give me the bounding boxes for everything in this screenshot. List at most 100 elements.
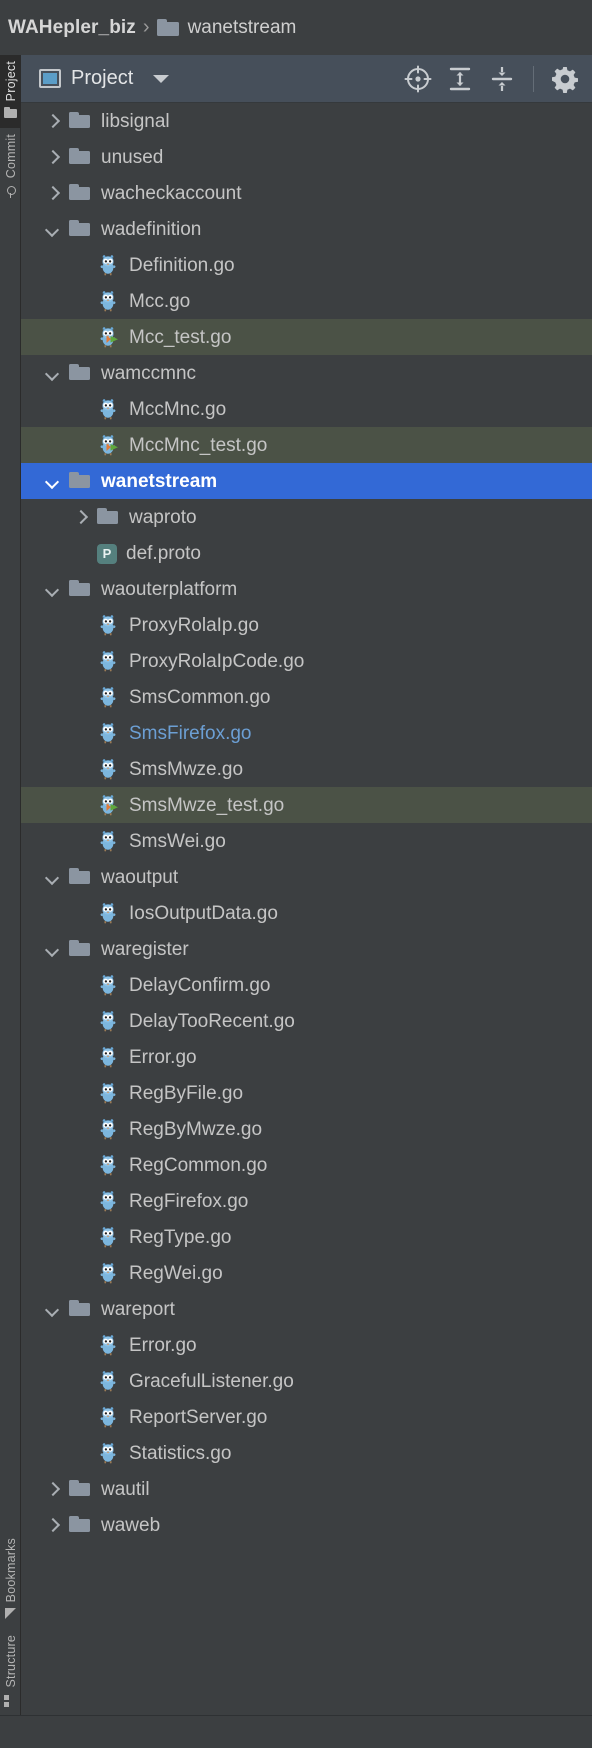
- breadcrumb-leaf[interactable]: wanetstream: [188, 17, 297, 39]
- tree-row[interactable]: SmsWei.go: [21, 823, 592, 859]
- tree-row[interactable]: IosOutputData.go: [21, 895, 592, 931]
- tree-row-label: Mcc_test.go: [129, 326, 232, 348]
- tree-arrow-spacer: [73, 1086, 87, 1100]
- chevron-down-icon[interactable]: [45, 222, 59, 236]
- rail-tab-commit[interactable]: Commit: [0, 128, 21, 205]
- tree-row-label: IosOutputData.go: [129, 902, 278, 924]
- chevron-right-icon[interactable]: [73, 510, 87, 524]
- tree-row[interactable]: waweb: [21, 1507, 592, 1543]
- panel-title: Project: [71, 67, 134, 89]
- tree-row[interactable]: SmsFirefox.go: [21, 715, 592, 751]
- rail-tab-structure[interactable]: Structure: [0, 1629, 21, 1715]
- project-window-icon: [39, 69, 61, 88]
- tree-row[interactable]: libsignal: [21, 103, 592, 139]
- collapse-all-icon[interactable]: [485, 62, 519, 96]
- folder-icon: [69, 1514, 92, 1536]
- tree-row-label: waweb: [101, 1514, 161, 1536]
- chevron-right-icon[interactable]: [45, 1518, 59, 1532]
- tree-row[interactable]: wamccmnc: [21, 355, 592, 391]
- tree-row[interactable]: RegCommon.go: [21, 1147, 592, 1183]
- tree-row[interactable]: ProxyRolaIp.go: [21, 607, 592, 643]
- tree-row[interactable]: Pdef.proto: [21, 535, 592, 571]
- tree-row[interactable]: SmsMwze_test.go: [21, 787, 592, 823]
- tree-row[interactable]: MccMnc_test.go: [21, 427, 592, 463]
- tree-row[interactable]: waregister: [21, 931, 592, 967]
- tree-row[interactable]: GracefulListener.go: [21, 1363, 592, 1399]
- chevron-down-icon[interactable]: [45, 366, 59, 380]
- tree-row[interactable]: DelayConfirm.go: [21, 967, 592, 1003]
- tree-row[interactable]: SmsCommon.go: [21, 679, 592, 715]
- tree-row[interactable]: RegFirefox.go: [21, 1183, 592, 1219]
- tree-row[interactable]: RegWei.go: [21, 1255, 592, 1291]
- tree-row[interactable]: wacheckaccount: [21, 175, 592, 211]
- tree-row[interactable]: Error.go: [21, 1039, 592, 1075]
- go-file-icon: [97, 650, 120, 672]
- tree-row[interactable]: MccMnc.go: [21, 391, 592, 427]
- tree-arrow-spacer: [73, 1230, 87, 1244]
- tree-row[interactable]: unused: [21, 139, 592, 175]
- go-file-icon: [97, 1226, 120, 1248]
- tree-row[interactable]: wanetstream: [21, 463, 592, 499]
- chevron-down-icon[interactable]: [153, 74, 170, 83]
- toolbar-divider: [533, 65, 534, 92]
- expand-all-icon[interactable]: [443, 62, 477, 96]
- tree-row[interactable]: Definition.go: [21, 247, 592, 283]
- tree-row[interactable]: waoutput: [21, 859, 592, 895]
- tree-row-label: ProxyRolaIp.go: [129, 614, 259, 636]
- tree-arrow-spacer: [73, 1194, 87, 1208]
- tree-arrow-spacer: [73, 762, 87, 776]
- project-file-tree[interactable]: libsignal unused wacheckaccount wadefinitio…: [21, 103, 592, 1543]
- tree-row[interactable]: waproto: [21, 499, 592, 535]
- tree-arrow-spacer: [73, 546, 87, 560]
- tree-row[interactable]: ReportServer.go: [21, 1399, 592, 1435]
- tree-row[interactable]: wadefinition: [21, 211, 592, 247]
- tree-row[interactable]: RegByMwze.go: [21, 1111, 592, 1147]
- tree-row-label: waoutput: [101, 866, 179, 888]
- tree-row-label: RegByFile.go: [129, 1082, 244, 1104]
- tree-row[interactable]: RegByFile.go: [21, 1075, 592, 1111]
- tree-row[interactable]: wareport: [21, 1291, 592, 1327]
- tree-row[interactable]: Error.go: [21, 1327, 592, 1363]
- go-file-icon: [97, 1118, 120, 1140]
- tree-row[interactable]: wautil: [21, 1471, 592, 1507]
- chevron-right-icon[interactable]: [45, 1482, 59, 1496]
- tree-row-label: waouterplatform: [101, 578, 238, 600]
- go-test-file-icon: [97, 434, 120, 456]
- rail-tab-bookmarks[interactable]: Bookmarks: [0, 1532, 21, 1629]
- tree-arrow-spacer: [73, 906, 87, 920]
- go-test-file-icon: [97, 326, 120, 348]
- tree-row[interactable]: Statistics.go: [21, 1435, 592, 1471]
- chevron-down-icon[interactable]: [45, 474, 59, 488]
- tree-row[interactable]: RegType.go: [21, 1219, 592, 1255]
- chevron-right-icon[interactable]: [45, 114, 59, 128]
- tree-arrow-spacer: [73, 726, 87, 740]
- chevron-down-icon[interactable]: [45, 582, 59, 596]
- chevron-right-icon[interactable]: [45, 150, 59, 164]
- chevron-down-icon[interactable]: [45, 1302, 59, 1316]
- folder-icon: [69, 1478, 92, 1500]
- tree-arrow-spacer: [73, 1266, 87, 1280]
- tree-row-label: SmsFirefox.go: [129, 722, 252, 744]
- chevron-right-icon[interactable]: [45, 186, 59, 200]
- tree-arrow-spacer: [73, 294, 87, 308]
- tree-row[interactable]: waouterplatform: [21, 571, 592, 607]
- folder-icon: [69, 218, 92, 240]
- tree-arrow-spacer: [73, 690, 87, 704]
- tree-row[interactable]: Mcc.go: [21, 283, 592, 319]
- tree-row-label: ReportServer.go: [129, 1406, 268, 1428]
- breadcrumb-separator: ›: [142, 16, 150, 38]
- tree-arrow-spacer: [73, 258, 87, 272]
- tree-row[interactable]: SmsMwze.go: [21, 751, 592, 787]
- tree-row-label: SmsCommon.go: [129, 686, 271, 708]
- tree-row[interactable]: ProxyRolaIpCode.go: [21, 643, 592, 679]
- breadcrumb-root[interactable]: WAHepler_biz: [8, 17, 136, 39]
- gear-icon[interactable]: [548, 62, 582, 96]
- rail-tab-project[interactable]: Project: [0, 55, 21, 129]
- select-opened-file-icon[interactable]: [401, 62, 435, 96]
- rail-tab-label: Structure: [3, 1635, 18, 1688]
- chevron-down-icon[interactable]: [45, 942, 59, 956]
- chevron-down-icon[interactable]: [45, 870, 59, 884]
- tree-row[interactable]: Mcc_test.go: [21, 319, 592, 355]
- folder-icon: [69, 110, 92, 132]
- tree-row[interactable]: DelayTooRecent.go: [21, 1003, 592, 1039]
